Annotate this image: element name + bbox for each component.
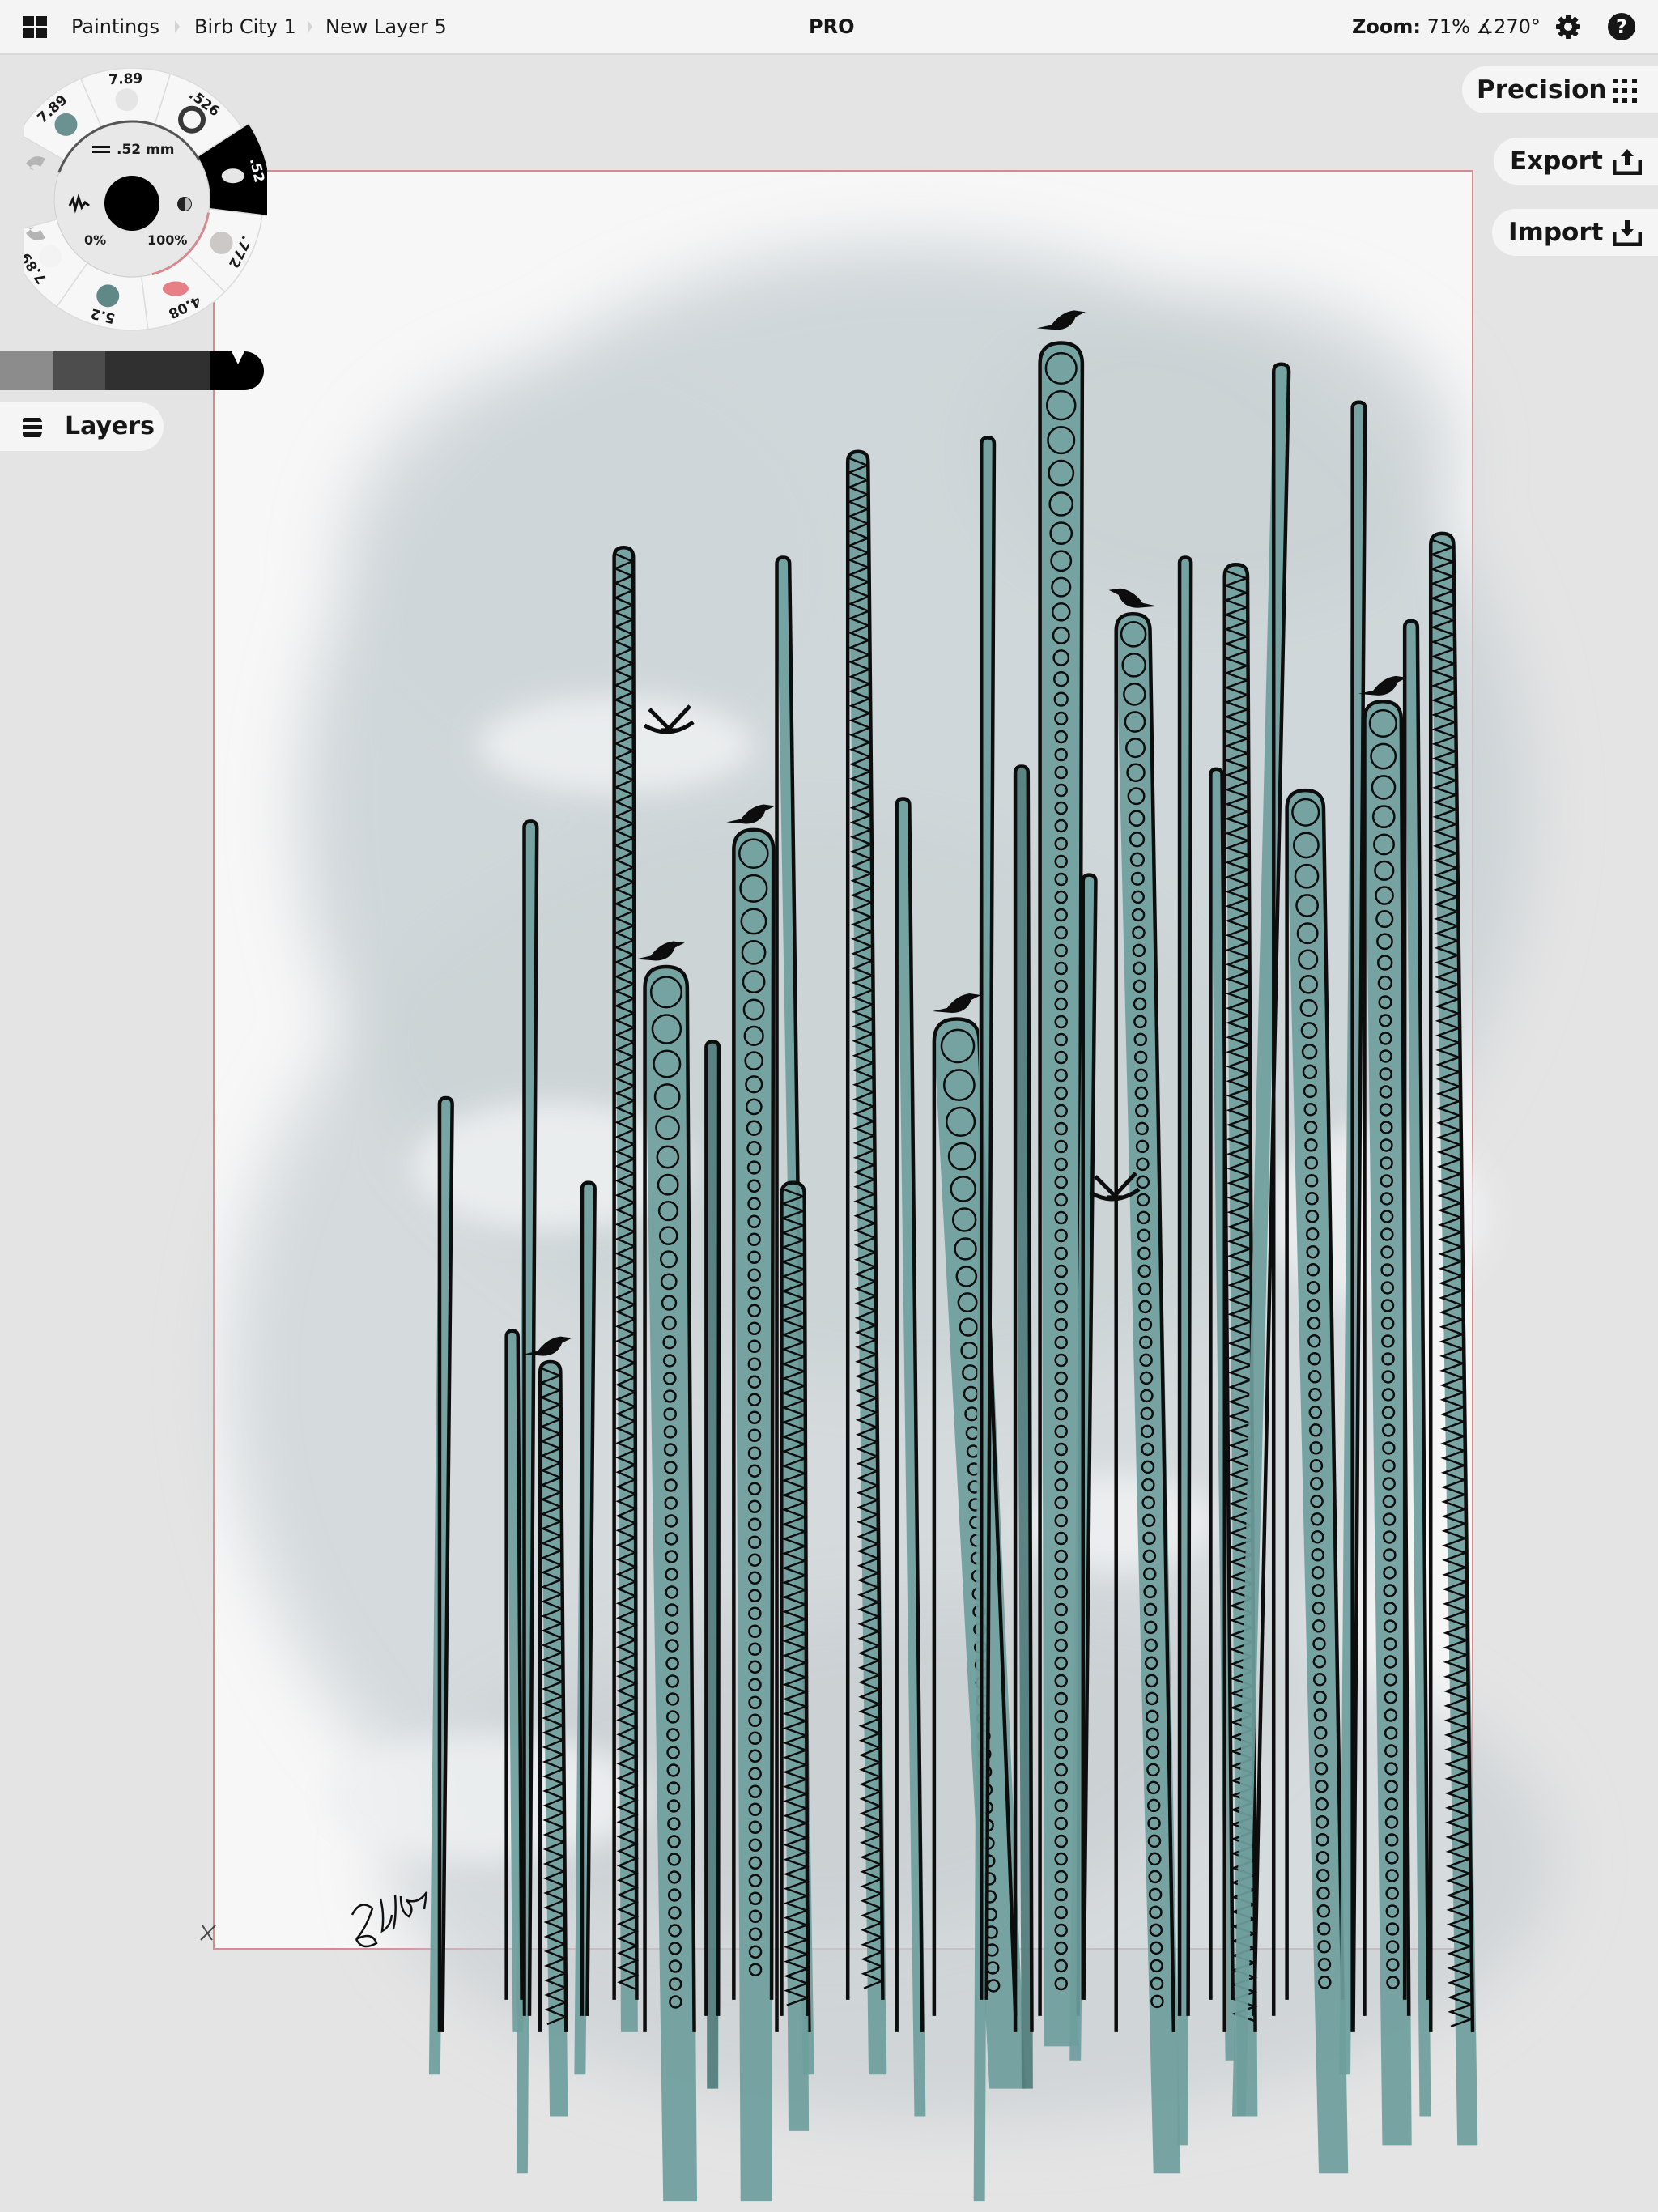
precision-label: Precision: [1477, 75, 1607, 104]
breadcrumb-paintings[interactable]: Paintings: [71, 0, 159, 53]
pro-badge: PRO: [809, 15, 855, 38]
breadcrumb-separator: [175, 20, 180, 33]
zoom-readout[interactable]: Zoom: 71% ∡270°: [1352, 0, 1541, 53]
layers-button[interactable]: Layers: [0, 402, 164, 451]
brush-preset-size: 7.89: [108, 70, 143, 88]
brush-swatch-grey-grain: [210, 231, 233, 254]
brush-size-readout: .52 mm: [117, 142, 174, 158]
opacity-value: 100%: [147, 232, 187, 248]
upload-icon: [1613, 149, 1642, 175]
stalk-bulb: [732, 827, 776, 2202]
stalk-dark: [704, 1040, 721, 2089]
import-label: Import: [1508, 218, 1604, 247]
current-color-dot[interactable]: [104, 176, 159, 231]
brush-swatch-teal-wash: [96, 284, 120, 308]
smoothing-value: 0%: [84, 232, 106, 248]
brush-swatch-ink-blob: [221, 168, 244, 184]
breadcrumb-drawing[interactable]: Birb City 1: [194, 0, 296, 53]
export-button[interactable]: Export: [1494, 138, 1658, 185]
brush-wheel[interactable]: 7.897.89.526.52.7724.085.27.89.52 mm0% 10…: [24, 68, 267, 335]
help-icon[interactable]: ?: [1608, 13, 1635, 40]
color-history-strip: [0, 351, 264, 390]
breadcrumb-layer[interactable]: New Layer 5: [325, 0, 447, 53]
layers-icon: [23, 418, 42, 437]
dot-grid-icon: [1613, 79, 1637, 103]
layers-label: Layers: [65, 412, 155, 440]
breadcrumb-separator: [308, 20, 312, 33]
import-button[interactable]: Import: [1492, 209, 1658, 256]
brush-swatch-blank: [39, 245, 62, 268]
gear-icon[interactable]: [1555, 14, 1581, 40]
color-swatch[interactable]: [0, 351, 53, 390]
brush-swatch-soft-teal-dot: [54, 113, 78, 136]
color-swatch-current[interactable]: [210, 351, 264, 390]
download-icon: [1613, 220, 1642, 246]
canvas-corner-mark: [200, 1925, 216, 1941]
brush-swatch-faint-spray: [115, 88, 138, 112]
top-bar: Paintings Birb City 1 New Layer 5 PRO Zo…: [0, 0, 1658, 55]
zoom-value: 71%: [1426, 15, 1470, 38]
zoom-label: Zoom:: [1352, 15, 1421, 38]
undo-icon[interactable]: [26, 156, 45, 170]
stalk-plain: [1177, 555, 1193, 2146]
gallery-grid-icon[interactable]: [23, 16, 48, 39]
current-color-marker: [232, 351, 244, 364]
color-swatch[interactable]: [105, 351, 210, 390]
brush-swatch-eraser: [162, 281, 189, 296]
precision-button[interactable]: Precision: [1462, 66, 1658, 113]
export-label: Export: [1510, 147, 1603, 176]
rotation-value: ∡270°: [1476, 15, 1541, 38]
color-swatch[interactable]: [53, 351, 105, 390]
